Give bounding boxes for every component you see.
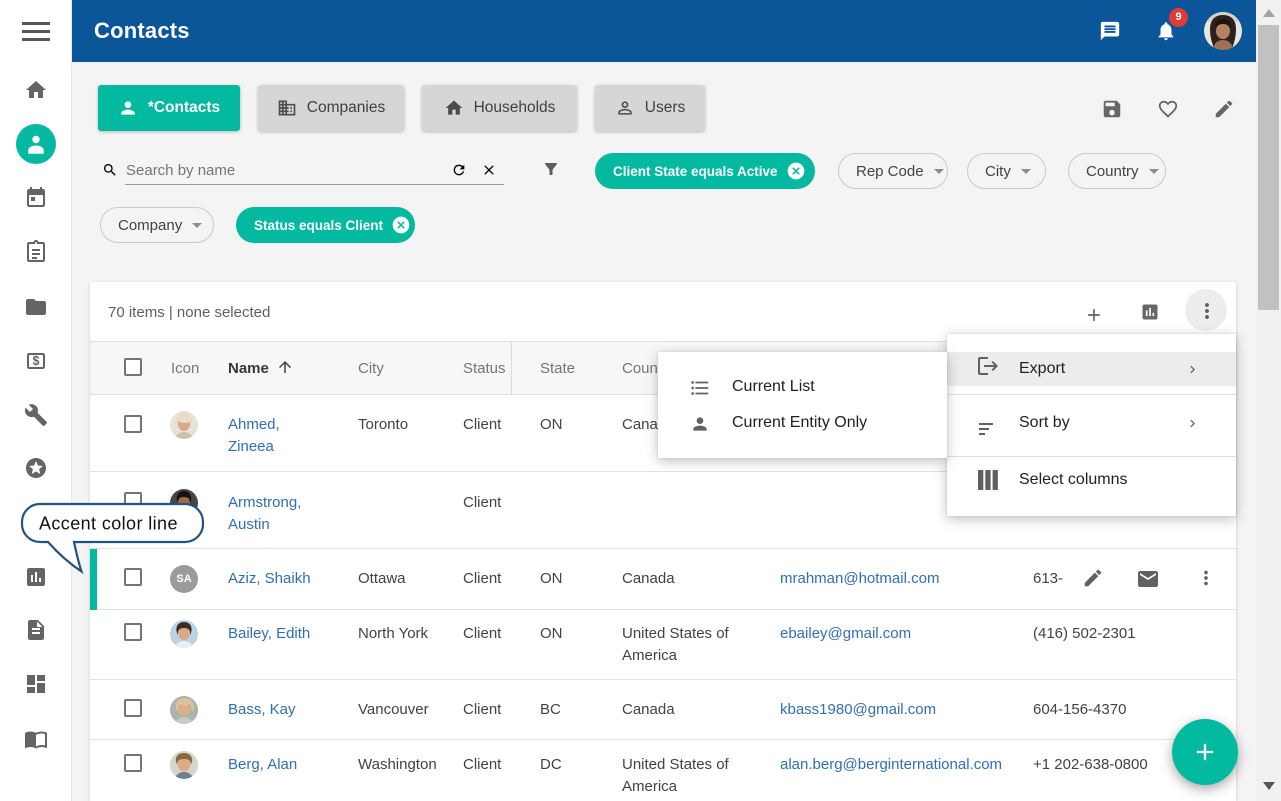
svg-text:Accent color line: Accent color line <box>39 514 178 534</box>
svg-text:$: $ <box>33 354 40 368</box>
